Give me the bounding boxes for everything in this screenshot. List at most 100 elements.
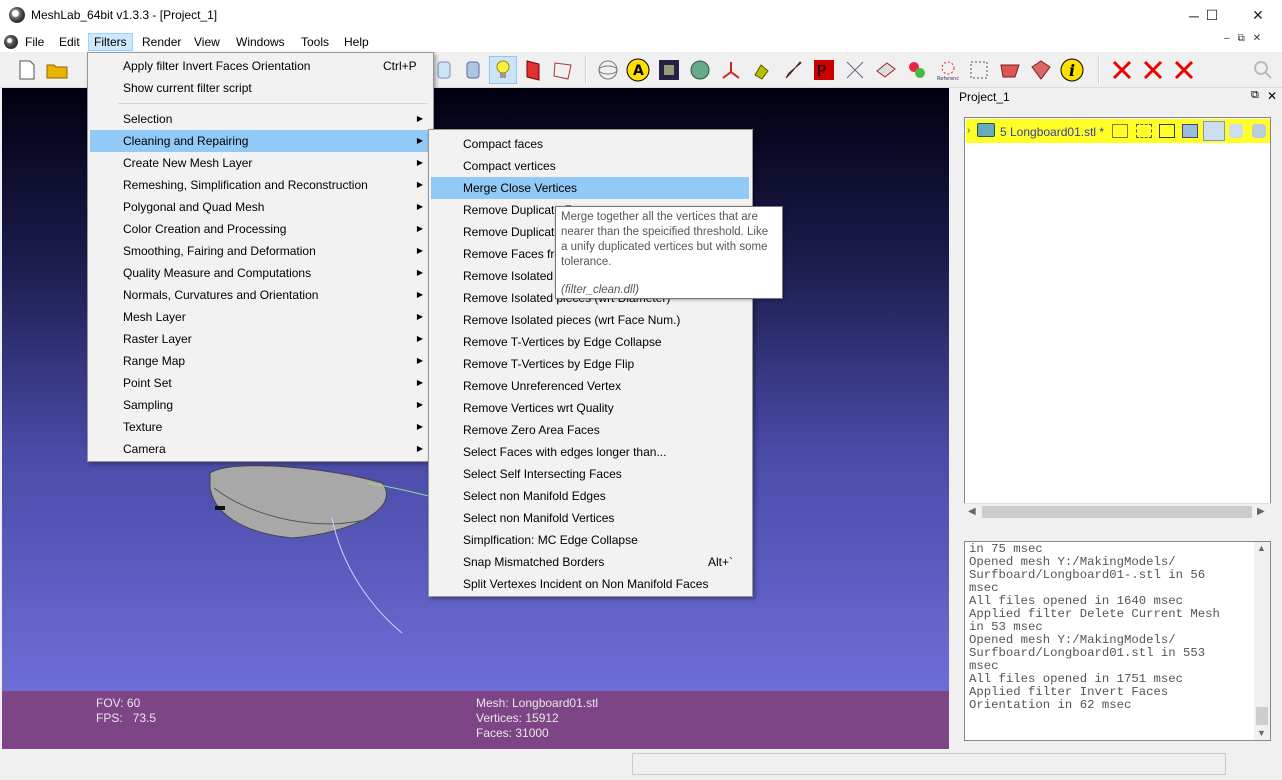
menu-item-range-map[interactable]: Range Map ▶ [90, 350, 431, 372]
chevron-right-icon: ▶ [416, 400, 423, 409]
submenu-item[interactable]: Remove Faces fro [463, 243, 561, 265]
maximize-button[interactable]: ☐ [1189, 0, 1235, 31]
backface-icon[interactable] [519, 56, 547, 84]
paint-icon[interactable] [748, 56, 776, 84]
apply-filter-item[interactable]: Apply filter Invert Faces Orientation [123, 55, 310, 77]
expand-chevron-icon[interactable]: › [967, 125, 970, 136]
submenu-item[interactable]: Simplfication: MC Edge Collapse [463, 529, 638, 551]
brush-icon[interactable] [779, 56, 807, 84]
delete-vertices-icon[interactable] [1108, 56, 1136, 84]
submenu-item[interactable]: Remove Zero Area Faces [463, 419, 600, 441]
select-faces-icon[interactable] [996, 56, 1024, 84]
align-icon[interactable] [872, 56, 900, 84]
layer-name[interactable]: 5 Longboard01.stl * [1000, 125, 1104, 139]
submenu-item[interactable]: Select non Manifold Vertices [463, 507, 614, 529]
eye-visibility-icon[interactable] [977, 123, 995, 137]
submenu-item[interactable]: Select Faces with edges longer than... [463, 441, 666, 463]
trackball-icon[interactable] [594, 56, 622, 84]
select-connected-icon[interactable] [1027, 56, 1055, 84]
menu-item-mesh-layer[interactable]: Mesh Layer ▶ [90, 306, 431, 328]
menu-item-point-set[interactable]: Point Set ▶ [90, 372, 431, 394]
menu-filters[interactable]: Filters [88, 33, 133, 51]
show-filter-script-item[interactable]: Show current filter script [123, 77, 252, 99]
panel-close-button[interactable]: ✕ [1267, 89, 1277, 103]
submenu-item[interactable]: Remove T-Vertices by Edge Flip [463, 353, 634, 375]
submenu-item[interactable]: Select Self Intersecting Faces [463, 463, 622, 485]
menu-windows[interactable]: Windows [231, 33, 290, 51]
pp-icon[interactable]: P [810, 56, 838, 84]
menu-item-quality[interactable]: Quality Measure and Computations ▶ [90, 262, 431, 284]
reference-icon[interactable]: Reference [934, 56, 962, 84]
selection-icon[interactable] [549, 56, 577, 84]
points-icon[interactable] [1136, 124, 1152, 138]
texture-icon[interactable] [655, 56, 683, 84]
menu-view[interactable]: View [189, 33, 225, 51]
menu-item-camera[interactable]: Camera ▶ [90, 438, 431, 460]
light-bulb-icon[interactable] [489, 56, 517, 84]
menu-tools[interactable]: Tools [296, 33, 334, 51]
menu-file[interactable]: File [20, 33, 49, 51]
scroll-thumb[interactable] [1256, 707, 1268, 725]
menu-item-sampling[interactable]: Sampling ▶ [90, 394, 431, 416]
submenu-item[interactable]: Remove T-Vertices by Edge Collapse [463, 331, 662, 353]
submenu-item[interactable]: Compact faces [463, 133, 543, 155]
scroll-thumb[interactable] [982, 506, 1252, 518]
texture-shade-icon[interactable] [1252, 124, 1266, 138]
submenu-item[interactable]: Select non Manifold Edges [463, 485, 606, 507]
smooth-icon[interactable] [430, 56, 458, 84]
menu-edit[interactable]: Edit [54, 33, 85, 51]
menu-help[interactable]: Help [339, 33, 374, 51]
panel-float-button[interactable]: ⧉ [1251, 89, 1259, 102]
sphere-icon[interactable] [686, 56, 714, 84]
raster-icon[interactable] [903, 56, 931, 84]
menu-item-color[interactable]: Color Creation and Processing ▶ [90, 218, 431, 240]
submenu-item[interactable]: Remove Isolated pieces (wrt Face Num.) [463, 309, 680, 331]
delete-faces-icon[interactable] [1139, 56, 1167, 84]
menu-item-label: Camera [123, 442, 166, 456]
system-menu-icon[interactable] [4, 35, 18, 49]
info-icon[interactable]: i [1058, 56, 1086, 84]
submenu-item-merge-close-vertices[interactable]: Merge Close Vertices [431, 177, 749, 199]
shade-icon[interactable] [459, 56, 487, 84]
menu-item-selection[interactable]: Selection ▶ [90, 108, 431, 130]
select-vertices-icon[interactable] [965, 56, 993, 84]
measure-icon[interactable] [841, 56, 869, 84]
delete-all-icon[interactable] [1170, 56, 1198, 84]
scroll-left-icon[interactable]: ◀ [968, 506, 976, 517]
scroll-right-icon[interactable]: ▶ [1257, 506, 1265, 517]
bbox-icon[interactable] [1112, 124, 1128, 138]
submenu-item[interactable]: Remove Isolated [463, 265, 553, 287]
log-vertical-scrollbar[interactable]: ▲ ▼ [1254, 542, 1270, 740]
scroll-down-icon[interactable]: ▼ [1257, 728, 1266, 738]
wireframe-icon[interactable] [1159, 124, 1175, 138]
menu-item-create-mesh[interactable]: Create New Mesh Layer ▶ [90, 152, 431, 174]
submenu-item-snap-mismatched-borders[interactable]: Snap Mismatched Borders [463, 551, 604, 573]
open-folder-icon[interactable] [43, 56, 71, 84]
tree-horizontal-scrollbar[interactable]: ◀ ▶ [964, 503, 1271, 521]
flat-lines-icon[interactable] [1182, 124, 1198, 138]
new-file-icon[interactable] [13, 56, 41, 84]
mdi-minimize-button[interactable]: – [1224, 33, 1230, 49]
mdi-close-button[interactable]: ✕ [1253, 33, 1261, 49]
menu-item-polygonal[interactable]: Polygonal and Quad Mesh ▶ [90, 196, 431, 218]
menu-item-texture[interactable]: Texture ▶ [90, 416, 431, 438]
menu-item-raster-layer[interactable]: Raster Layer ▶ [90, 328, 431, 350]
axis-label-icon[interactable]: A [624, 56, 652, 84]
menu-item-remeshing[interactable]: Remeshing, Simplification and Reconstruc… [90, 174, 431, 196]
menu-item-cleaning-repairing[interactable]: Cleaning and Repairing ▶ [90, 130, 431, 152]
smooth-shade-icon[interactable] [1229, 124, 1243, 138]
close-window-button[interactable]: ✕ [1235, 0, 1281, 31]
submenu-item[interactable]: Split Vertexes Incident on Non Manifold … [463, 573, 708, 595]
submenu-item[interactable]: Remove Duplicate [463, 221, 561, 243]
menu-item-normals[interactable]: Normals, Curvatures and Orientation ▶ [90, 284, 431, 306]
mdi-restore-button[interactable]: ⧉ [1238, 33, 1245, 49]
menu-render[interactable]: Render [137, 33, 186, 51]
scroll-up-icon[interactable]: ▲ [1257, 543, 1266, 553]
flat-shade-icon[interactable] [1203, 121, 1225, 141]
search-icon[interactable] [1249, 56, 1277, 84]
submenu-item[interactable]: Remove Unreferenced Vertex [463, 375, 621, 397]
axes-icon[interactable] [717, 56, 745, 84]
submenu-item[interactable]: Compact vertices [463, 155, 556, 177]
submenu-item[interactable]: Remove Vertices wrt Quality [463, 397, 614, 419]
menu-item-smoothing[interactable]: Smoothing, Fairing and Deformation ▶ [90, 240, 431, 262]
